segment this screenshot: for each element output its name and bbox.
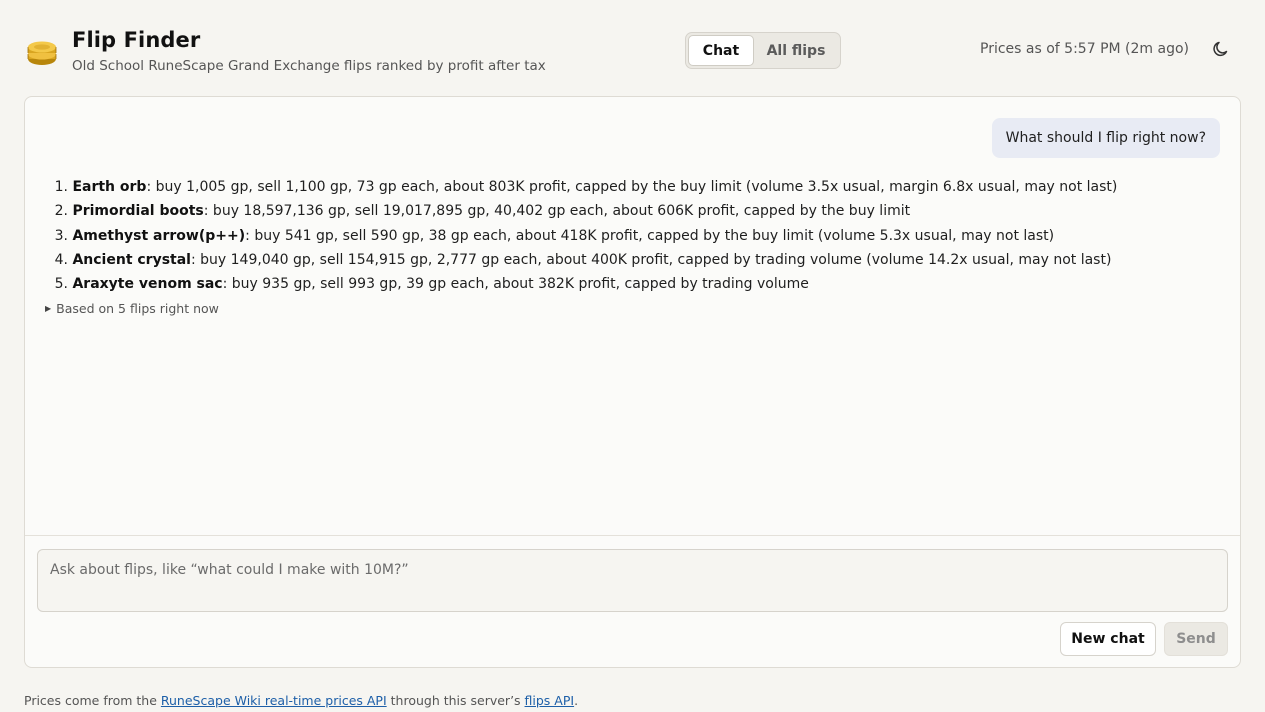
app-header: Flip Finder Old School RuneScape Grand E… bbox=[24, 24, 1241, 80]
coin-stack-icon bbox=[26, 36, 58, 66]
list-item: 1. Earth orb: buy 1,005 gp, sell 1,100 g… bbox=[54, 179, 1118, 195]
new-chat-button[interactable]: New chat bbox=[1060, 622, 1156, 656]
answer-list: 1. Earth orb: buy 1,005 gp, sell 1,100 g… bbox=[52, 175, 1222, 296]
moon-icon[interactable] bbox=[1211, 39, 1231, 59]
list-item: 4. Ancient crystal: buy 149,040 gp, sell… bbox=[54, 251, 1112, 268]
user-message: What should I flip right now? bbox=[991, 118, 1220, 158]
tab-chat[interactable]: Chat bbox=[688, 35, 754, 66]
list-item: 5. Araxyte venom sac: buy 935 gp, sell 9… bbox=[54, 276, 809, 293]
item-name: Amethyst arrow(p++) bbox=[72, 227, 246, 244]
footer-note: Prices come from the RuneScape Wiki real… bbox=[24, 693, 579, 708]
item-detail: : buy 1,005 gp, sell 1,100 gp, 73 gp eac… bbox=[146, 179, 1118, 195]
message-list: What should I flip right now? 1. Earth o… bbox=[25, 97, 1240, 536]
chat-panel: What should I flip right now? 1. Earth o… bbox=[24, 96, 1241, 668]
view-tabs: Chat All flips bbox=[685, 32, 841, 69]
prices-api-link[interactable]: RuneScape Wiki real-time prices API bbox=[161, 693, 387, 708]
item-detail: : buy 18,597,136 gp, sell 19,017,895 gp,… bbox=[203, 203, 911, 220]
send-button[interactable]: Send bbox=[1164, 622, 1228, 656]
flips-api-link[interactable]: flips API bbox=[525, 693, 575, 708]
flips-details-toggle[interactable]: ▶ Based on 5 flips right now bbox=[45, 301, 219, 316]
item-detail: : buy 541 gp, sell 590 gp, 38 gp each, a… bbox=[245, 227, 1055, 244]
tab-all-flips[interactable]: All flips bbox=[754, 35, 838, 66]
list-item: 3. Amethyst arrow(p++): buy 541 gp, sell… bbox=[54, 227, 1055, 244]
details-label: Based on 5 flips right now bbox=[56, 301, 219, 316]
item-name: Ancient crystal bbox=[72, 251, 191, 268]
chat-input[interactable] bbox=[37, 549, 1228, 612]
item-detail: : buy 935 gp, sell 993 gp, 39 gp each, a… bbox=[222, 276, 809, 293]
page-subtitle: Old School RuneScape Grand Exchange flip… bbox=[72, 58, 546, 74]
disclosure-triangle-icon: ▶ bbox=[45, 304, 52, 313]
item-name: Araxyte venom sac bbox=[72, 276, 223, 293]
item-name: Primordial boots bbox=[72, 203, 204, 220]
page-title: Flip Finder bbox=[72, 28, 201, 52]
list-item: 2. Primordial boots: buy 18,597,136 gp, … bbox=[54, 203, 911, 220]
item-detail: : buy 149,040 gp, sell 154,915 gp, 2,777… bbox=[190, 251, 1112, 268]
item-name: Earth orb bbox=[72, 179, 147, 195]
prices-timestamp: Prices as of 5:57 PM (2m ago) bbox=[980, 41, 1189, 57]
